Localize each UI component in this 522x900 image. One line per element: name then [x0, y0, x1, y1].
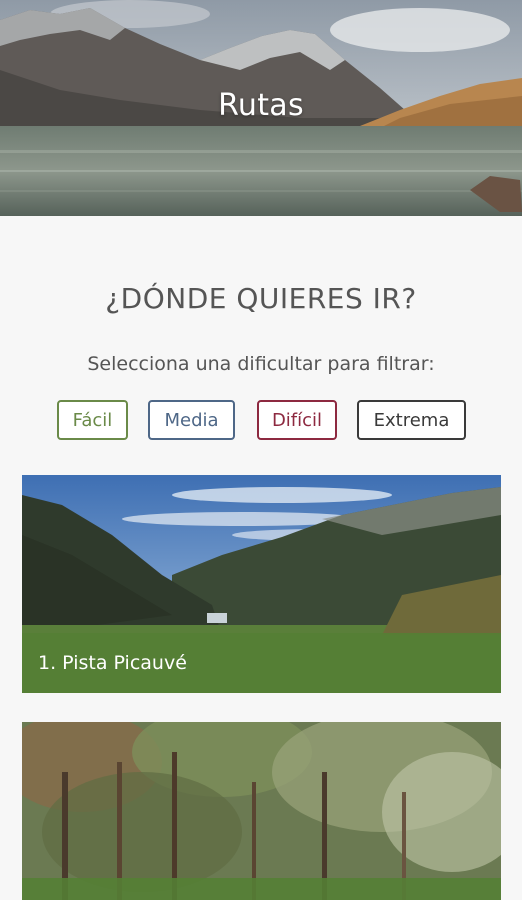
- route-card-1[interactable]: 1. Pista Picauvé: [22, 475, 501, 693]
- filter-label: Selecciona una dificultar para filtrar:: [87, 353, 435, 375]
- filter-button-extrema[interactable]: Extrema: [357, 400, 466, 440]
- route-label-1: 1. Pista Picauvé: [22, 633, 501, 693]
- filter-button-facil[interactable]: Fácil: [57, 400, 128, 440]
- page-title: Rutas: [218, 88, 304, 123]
- section-heading: ¿DÓNDE QUIERES IR?: [105, 282, 417, 315]
- route-card-2[interactable]: [22, 722, 501, 900]
- route-image-2: [22, 722, 501, 900]
- filter-button-dificil[interactable]: Difícil: [257, 400, 337, 440]
- header-hero: Rutas: [0, 0, 522, 216]
- route-label-2: [22, 878, 501, 900]
- filter-button-media[interactable]: Media: [148, 400, 235, 440]
